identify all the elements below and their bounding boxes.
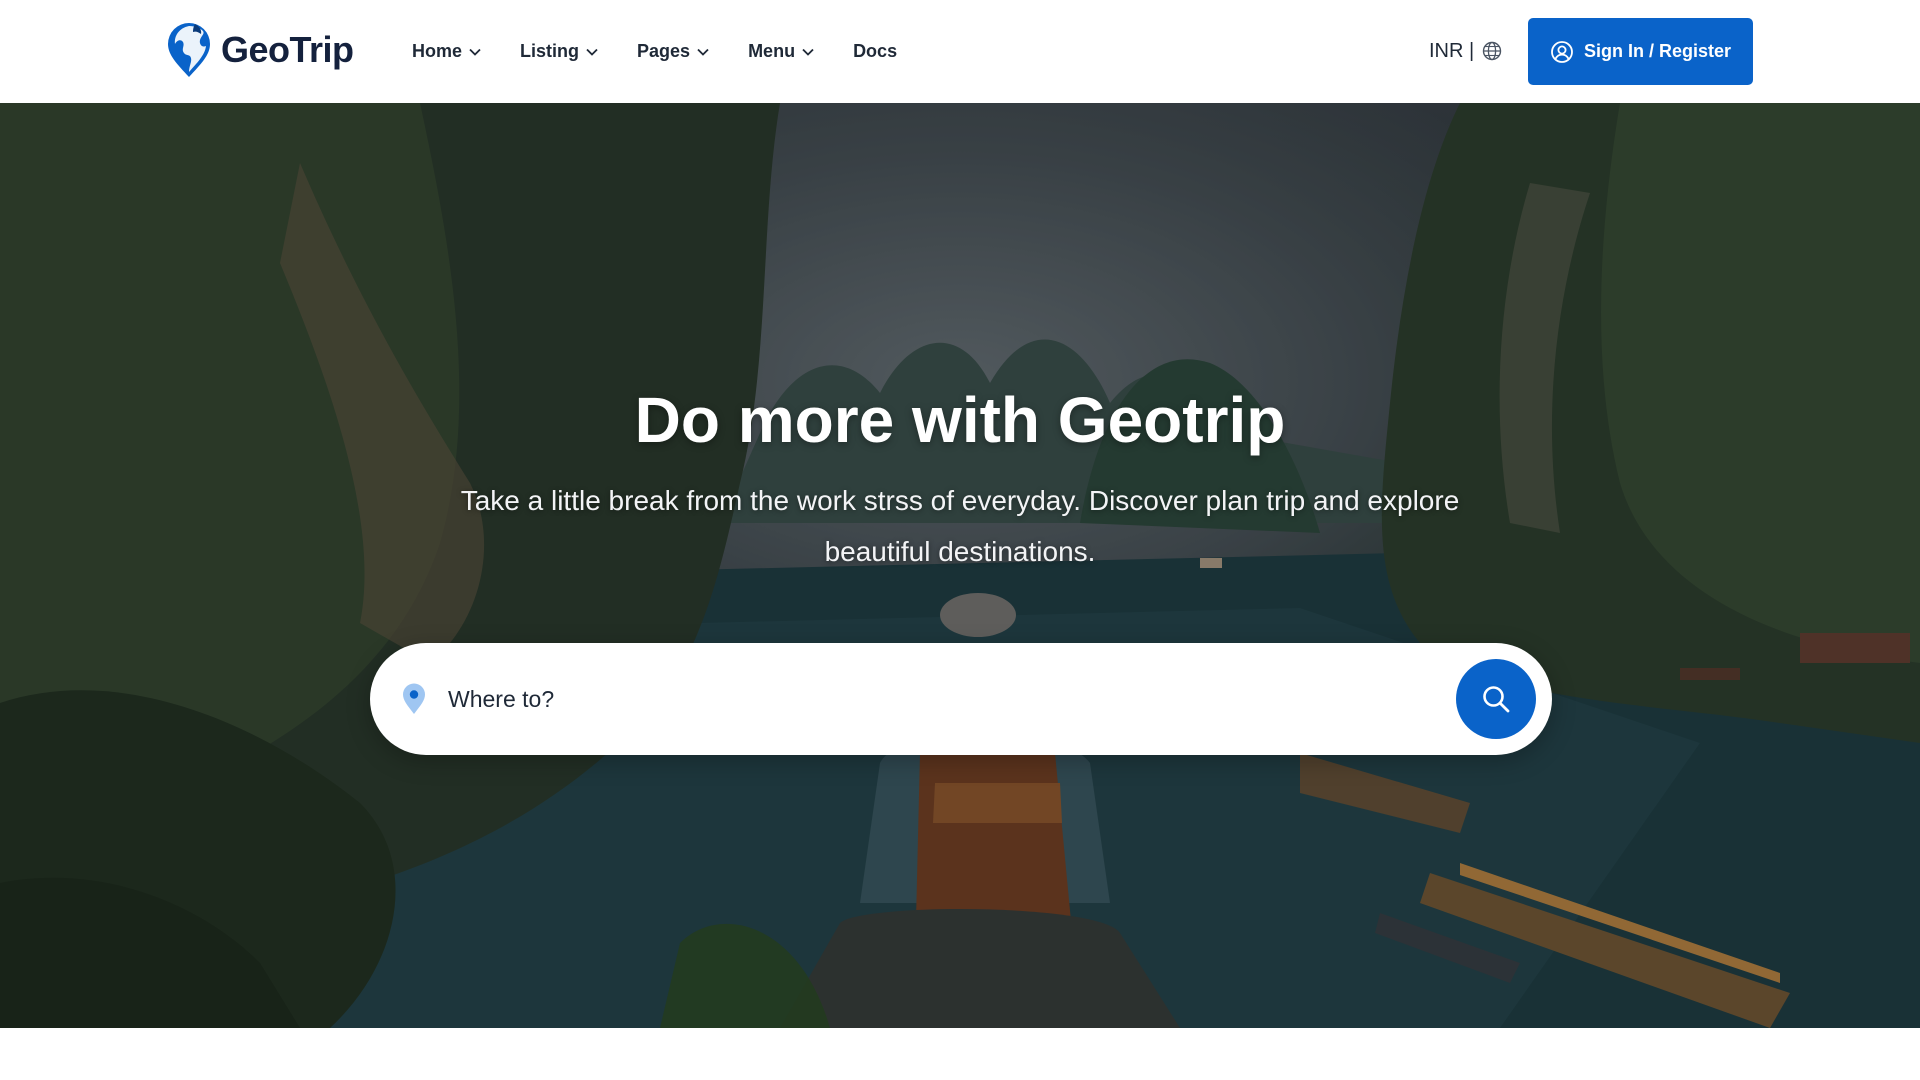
sign-in-register-button[interactable]: Sign In / Register: [1528, 18, 1753, 85]
nav-item-docs[interactable]: Docs: [853, 41, 897, 62]
search-button[interactable]: [1456, 659, 1536, 739]
nav-item-label: Docs: [853, 41, 898, 61]
chevron-down-icon: [586, 48, 598, 56]
currency-label: INR |: [1429, 39, 1475, 62]
nav-item-label: Menu: [748, 41, 796, 61]
map-pin-icon: [403, 683, 425, 714]
globe-icon: [1483, 41, 1502, 61]
brand-name: GeoTrip: [221, 29, 354, 70]
nav-item-listing[interactable]: Listing: [520, 41, 599, 62]
currency-selector[interactable]: INR |: [1429, 36, 1502, 66]
globe-pin-logo-icon: [168, 23, 210, 77]
nav-item-menu[interactable]: Menu: [748, 41, 815, 62]
chevron-down-icon: [469, 48, 481, 56]
nav-item-label: Listing: [520, 41, 580, 61]
nav-item-label: Pages: [637, 41, 691, 61]
search-icon: [1483, 686, 1510, 713]
nav-item-pages[interactable]: Pages: [637, 41, 710, 62]
chevron-down-icon: [697, 48, 709, 56]
user-circle-icon: [1551, 40, 1573, 63]
hero-section: Do more with Geotrip Take a little break…: [0, 103, 1920, 1028]
brand-logo[interactable]: GeoTrip: [165, 22, 354, 78]
destination-search-bar: [370, 643, 1552, 755]
sign-in-register-label: Sign In / Register: [1583, 41, 1732, 61]
hero-title: Do more with Geotrip: [634, 384, 1286, 456]
nav-item-home[interactable]: Home: [412, 41, 482, 62]
destination-search-input[interactable]: [448, 673, 1308, 725]
hero-subtitle: Take a little break from the work strss …: [460, 485, 1460, 567]
chevron-down-icon: [802, 48, 814, 56]
nav-item-label: Home: [412, 41, 463, 61]
main-nav: Home Listing Pages Menu Docs: [412, 0, 897, 103]
site-header: GeoTrip Home Listing Pages Menu Docs INR…: [0, 0, 1920, 103]
